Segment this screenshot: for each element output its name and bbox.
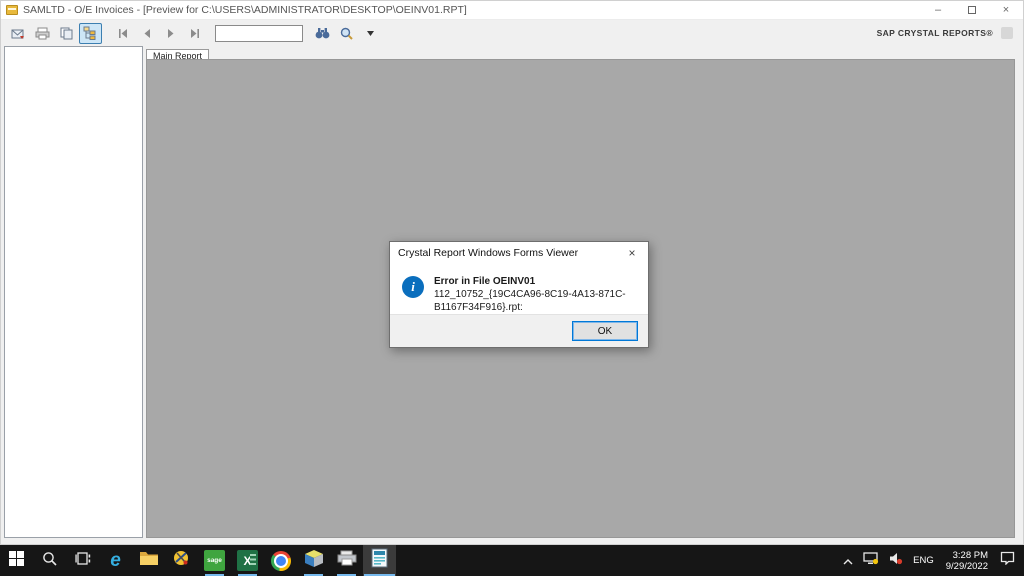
task-view-button[interactable]	[66, 545, 99, 576]
toolbar-branding-area: SAP CRYSTAL REPORTS®	[877, 27, 1017, 39]
last-page-icon	[190, 29, 200, 38]
toggle-group-tree-button[interactable]	[79, 23, 102, 44]
zoom-dropdown-button[interactable]	[359, 23, 382, 44]
printer-app-icon	[337, 550, 357, 571]
tray-expand-button[interactable]	[838, 545, 858, 576]
clock[interactable]: 3:28 PM 9/29/2022	[939, 550, 995, 572]
zoom-button[interactable]	[335, 23, 358, 44]
export-report-button[interactable]	[7, 23, 30, 44]
info-icon: i	[402, 276, 424, 298]
error-dialog: Crystal Report Windows Forms Viewer × i …	[389, 241, 649, 348]
action-center-button[interactable]	[995, 545, 1020, 576]
clock-date: 9/29/2022	[946, 561, 988, 572]
sage300-button[interactable]	[297, 545, 330, 576]
copy-pages-icon	[59, 27, 74, 40]
windows-logo-icon	[9, 551, 24, 571]
viewer-toolbar: SAP CRYSTAL REPORTS®	[1, 20, 1023, 46]
page-number-field[interactable]	[215, 25, 303, 42]
group-tree-panel[interactable]	[4, 46, 143, 538]
internet-explorer-button[interactable]: e	[99, 545, 132, 576]
task-view-icon	[75, 552, 91, 570]
sage300-box-icon	[304, 549, 324, 573]
error-message-line2: 112_10752_{19C4CA96-8C19-4A13-871C-B1167…	[434, 288, 638, 314]
binoculars-icon	[315, 27, 330, 39]
title-bar: SAMLTD - O/E Invoices - [Preview for C:\…	[1, 1, 1023, 20]
error-message-line1: Error in File OEINV01	[434, 275, 638, 288]
next-page-icon	[167, 29, 175, 38]
first-page-button[interactable]	[111, 23, 134, 44]
print-report-button[interactable]	[31, 23, 54, 44]
crystal-viewer-button[interactable]	[363, 545, 396, 576]
maximize-icon	[968, 6, 976, 14]
windows-taskbar: e sage X	[0, 545, 1024, 576]
snipping-tool-button[interactable]	[165, 545, 198, 576]
export-icon	[11, 27, 26, 40]
printer-app-button[interactable]	[330, 545, 363, 576]
volume-status[interactable]	[884, 545, 908, 576]
chrome-icon	[271, 551, 291, 571]
maximize-button[interactable]	[955, 1, 989, 19]
excel-button[interactable]: X	[231, 545, 264, 576]
group-tree-icon	[83, 26, 98, 40]
action-center-icon	[1000, 551, 1015, 570]
magnifier-icon	[340, 27, 353, 40]
taskbar-search-button[interactable]	[33, 545, 66, 576]
system-tray: ENG 3:28 PM 9/29/2022	[838, 545, 1024, 576]
app-icon	[6, 5, 18, 15]
last-page-button[interactable]	[183, 23, 206, 44]
sage-icon: sage	[204, 550, 225, 571]
close-button[interactable]: ×	[989, 1, 1023, 19]
find-text-button[interactable]	[311, 23, 334, 44]
sage-button[interactable]: sage	[198, 545, 231, 576]
chrome-button[interactable]	[264, 545, 297, 576]
printer-icon	[35, 27, 50, 40]
internet-explorer-icon: e	[110, 551, 121, 570]
crystal-viewer-icon	[371, 548, 388, 573]
chevron-up-icon	[843, 552, 853, 570]
error-dialog-close-button[interactable]: ×	[624, 246, 640, 260]
clock-time: 3:28 PM	[946, 550, 988, 561]
tab-strip: Main Report	[146, 46, 1015, 59]
first-page-icon	[118, 29, 128, 38]
file-explorer-button[interactable]	[132, 545, 165, 576]
start-button[interactable]	[0, 545, 33, 576]
error-dialog-footer: OK	[390, 314, 648, 347]
next-page-button[interactable]	[159, 23, 182, 44]
sap-logo-icon	[1001, 27, 1013, 39]
language-indicator[interactable]: ENG	[908, 545, 939, 576]
previous-page-icon	[143, 29, 151, 38]
excel-icon: X	[237, 550, 258, 571]
crystal-reports-window: SAMLTD - O/E Invoices - [Preview for C:\…	[0, 0, 1024, 545]
error-dialog-titlebar: Crystal Report Windows Forms Viewer ×	[390, 242, 648, 263]
window-title: SAMLTD - O/E Invoices - [Preview for C:\…	[23, 4, 467, 16]
snipping-tool-icon	[172, 549, 191, 573]
previous-page-button[interactable]	[135, 23, 158, 44]
network-icon	[863, 552, 879, 570]
error-dialog-title: Crystal Report Windows Forms Viewer	[398, 247, 578, 259]
ok-button[interactable]: OK	[572, 321, 638, 341]
minimize-button[interactable]: –	[921, 1, 955, 19]
speaker-icon	[889, 552, 903, 570]
folder-icon	[139, 550, 159, 571]
network-status[interactable]	[858, 545, 884, 576]
chevron-down-icon	[367, 31, 374, 36]
copy-button[interactable]	[55, 23, 78, 44]
sap-crystal-reports-label: SAP CRYSTAL REPORTS®	[877, 28, 993, 38]
window-controls: – ×	[921, 1, 1023, 19]
search-icon	[42, 551, 57, 571]
